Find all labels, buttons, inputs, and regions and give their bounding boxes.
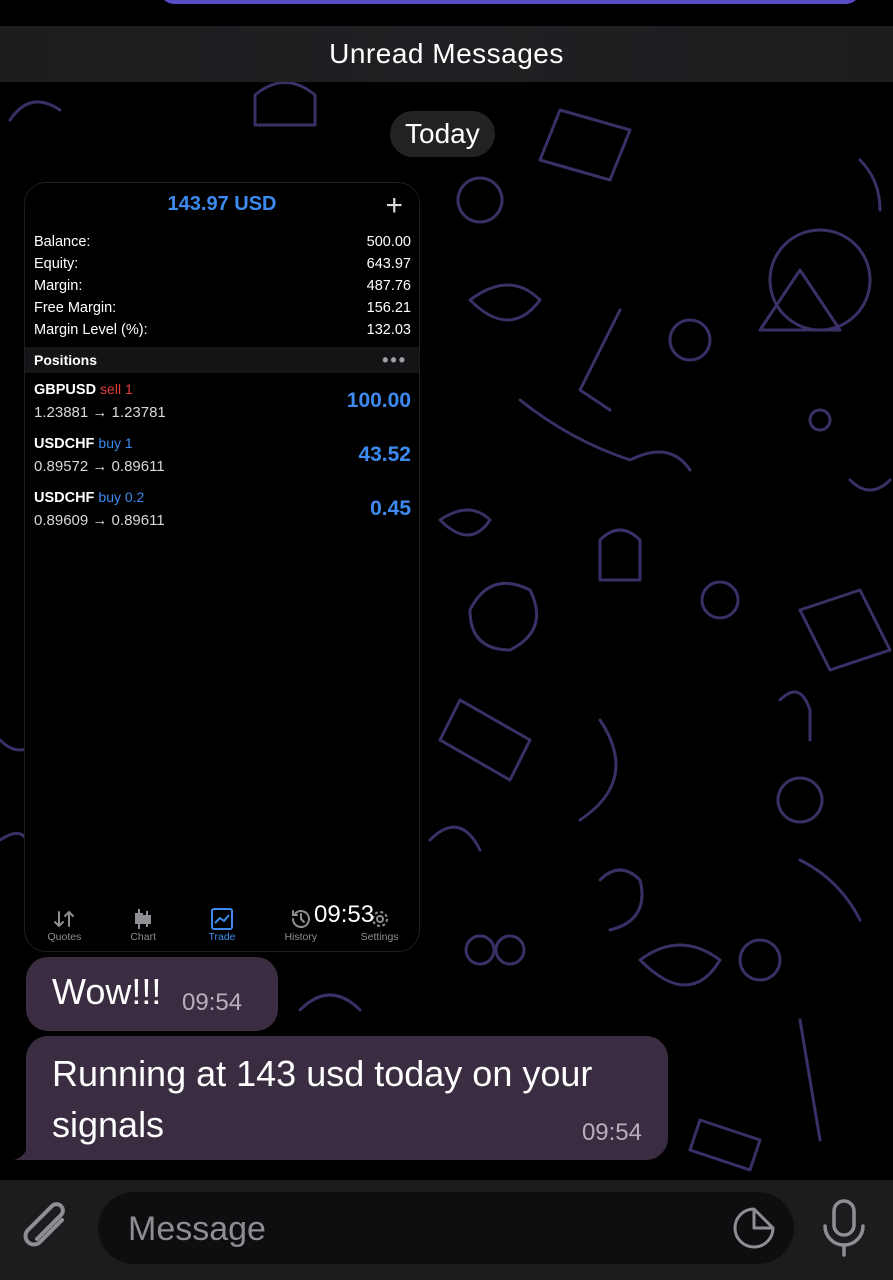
account-label: Margin Level (%): bbox=[34, 322, 148, 338]
screenshot-message-time: 09:53 bbox=[314, 901, 375, 928]
position-side: sell 1 bbox=[100, 381, 133, 397]
tab-label: Quotes bbox=[47, 931, 82, 943]
message-input-field bbox=[98, 1192, 794, 1266]
unread-messages-banner: Unread Messages bbox=[0, 26, 893, 82]
message-bubble[interactable]: Running at 143 usd today on your signals… bbox=[26, 1036, 668, 1160]
position-prices: 0.89572 → 0.89611 bbox=[34, 458, 165, 475]
position-profit: 43.52 bbox=[358, 443, 411, 466]
tab-trade: Trade bbox=[183, 889, 262, 951]
account-summary: Balance: 500.00 Equity: 643.97 Margin: 4… bbox=[25, 227, 419, 341]
tab-label: Settings bbox=[360, 931, 399, 943]
tab-label: Chart bbox=[130, 931, 157, 943]
position-row: USDCHF buy 1 0.89572 → 0.89611 43.52 bbox=[25, 427, 419, 481]
history-clock-icon bbox=[290, 907, 312, 931]
message-bubble[interactable]: Wow!!! 09:54 bbox=[26, 957, 278, 1031]
paperclip-icon[interactable] bbox=[20, 1198, 76, 1263]
message-composer bbox=[0, 1180, 893, 1280]
equity-profit-title: 143.97 USD bbox=[167, 193, 277, 215]
tab-label: Trade bbox=[208, 931, 236, 943]
account-row: Equity: 643.97 bbox=[34, 253, 411, 275]
position-prices: 1.23881 → 1.23781 bbox=[34, 404, 166, 421]
account-value: 156.21 bbox=[366, 300, 411, 316]
position-row: USDCHF buy 0.2 0.89609 → 0.89611 0.45 bbox=[25, 481, 419, 535]
trade-chart-icon bbox=[210, 907, 233, 931]
candlestick-icon bbox=[134, 907, 152, 931]
tab-quotes: Quotes bbox=[25, 889, 104, 951]
quotes-arrows-icon bbox=[53, 907, 75, 931]
previous-message-edge bbox=[160, 0, 860, 4]
tab-chart: Chart bbox=[104, 889, 183, 951]
plus-icon: + bbox=[385, 189, 403, 222]
account-row: Margin Level (%): 132.03 bbox=[34, 319, 411, 341]
position-prices: 0.89609 → 0.89611 bbox=[34, 512, 165, 529]
message-text: Running at 143 usd today on your signals bbox=[52, 1053, 593, 1145]
positions-header: Positions ••• bbox=[25, 347, 419, 373]
position-side: buy 0.2 bbox=[98, 489, 145, 505]
position-profit: 100.00 bbox=[346, 389, 411, 412]
position-row: GBPUSD sell 1 1.23881 → 1.23781 100.00 bbox=[25, 373, 419, 427]
account-label: Margin: bbox=[34, 278, 83, 294]
screenshot-message[interactable]: 143.97 USD + Balance: 500.00 Equity: 643… bbox=[24, 182, 420, 952]
date-separator: Today bbox=[390, 111, 495, 157]
sticker-icon[interactable] bbox=[732, 1206, 776, 1255]
account-row: Balance: 500.00 bbox=[34, 231, 411, 253]
message-input[interactable] bbox=[126, 1192, 710, 1266]
positions-title: Positions bbox=[34, 352, 98, 368]
account-value: 132.03 bbox=[366, 322, 411, 338]
account-value: 500.00 bbox=[366, 234, 411, 250]
account-value: 643.97 bbox=[366, 256, 411, 272]
trading-app-header: 143.97 USD + bbox=[25, 183, 419, 227]
account-row: Margin: 487.76 bbox=[34, 275, 411, 297]
account-row: Free Margin: 156.21 bbox=[34, 297, 411, 319]
date-separator-label: Today bbox=[405, 118, 480, 149]
tab-label: History bbox=[284, 931, 318, 943]
message-time: 09:54 bbox=[581, 1119, 642, 1146]
message-time: 09:54 bbox=[182, 989, 243, 1016]
position-profit: 0.45 bbox=[370, 497, 411, 520]
message-text: Wow!!! bbox=[52, 971, 162, 1012]
account-label: Free Margin: bbox=[34, 300, 117, 316]
more-dots-icon: ••• bbox=[382, 349, 407, 370]
position-side: buy 1 bbox=[98, 435, 133, 451]
microphone-icon[interactable] bbox=[820, 1198, 868, 1267]
account-label: Equity: bbox=[34, 256, 79, 272]
account-label: Balance: bbox=[34, 234, 91, 250]
position-symbol: USDCHF bbox=[34, 490, 95, 506]
account-value: 487.76 bbox=[366, 278, 411, 294]
position-symbol: USDCHF bbox=[34, 436, 95, 452]
unread-messages-label: Unread Messages bbox=[329, 38, 564, 69]
position-symbol: GBPUSD bbox=[34, 382, 97, 398]
